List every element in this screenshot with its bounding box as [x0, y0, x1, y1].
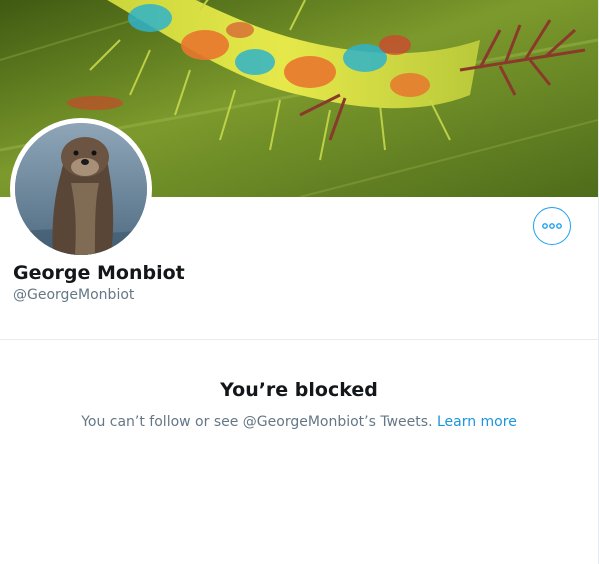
section-divider [0, 339, 598, 340]
avatar[interactable] [10, 118, 152, 260]
profile-page: George Monbiot @GeorgeMonbiot You’re blo… [0, 0, 599, 564]
learn-more-link[interactable]: Learn more [437, 414, 517, 430]
blocked-message-line: You can’t follow or see @GeorgeMonbiot’s… [0, 413, 598, 431]
blocked-message: You can’t follow or see @GeorgeMonbiot’s… [81, 414, 437, 430]
more-options-button[interactable] [533, 207, 571, 245]
blocked-title: You’re blocked [220, 379, 378, 401]
profile-display-name: George Monbiot [13, 262, 185, 284]
more-horizontal-icon [542, 223, 562, 229]
profile-screen-name: @GeorgeMonbiot [13, 287, 135, 303]
otter-avatar-image [15, 123, 147, 255]
